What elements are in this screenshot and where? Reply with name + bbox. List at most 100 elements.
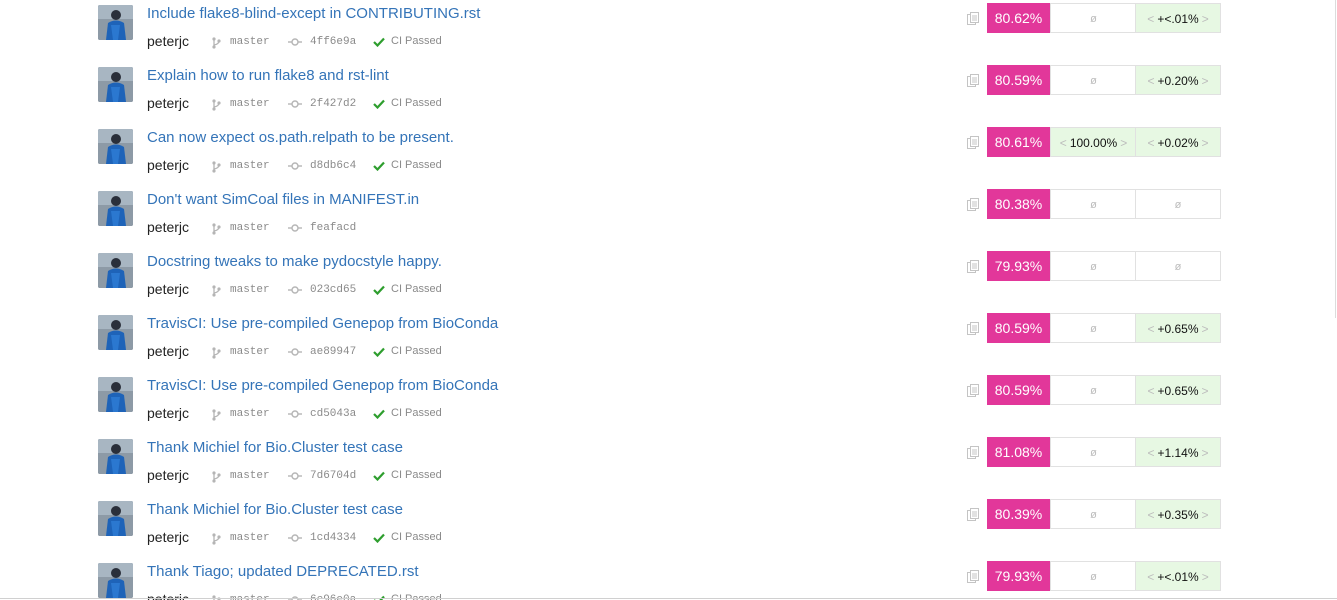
avatar[interactable] — [98, 439, 133, 474]
ci-status: CI Passed — [391, 283, 442, 295]
commit-sha[interactable]: cd5043a — [310, 408, 356, 420]
coverage-change-cell: < +0.65% > — [1135, 375, 1221, 405]
bracket-right: > — [1201, 12, 1209, 26]
author-name[interactable]: peterjc — [147, 405, 189, 421]
commit-title-link[interactable]: Thank Tiago; updated DEPRECATED.rst — [147, 563, 419, 580]
copy-icon[interactable] — [967, 12, 979, 25]
avatar[interactable] — [98, 5, 133, 40]
commit-icon — [288, 286, 302, 294]
coverage-badge[interactable]: 80.61% — [987, 127, 1050, 157]
author-name[interactable]: peterjc — [147, 157, 189, 173]
commit-sha[interactable]: ae89947 — [310, 346, 356, 358]
commit-title-link[interactable]: Don't want SimCoal files in MANIFEST.in — [147, 191, 419, 208]
commit-row: Docstring tweaks to make pydocstyle happ… — [0, 248, 1337, 310]
coverage-badge[interactable]: 81.08% — [987, 437, 1050, 467]
copy-icon[interactable] — [967, 136, 979, 149]
cell-value: +0.02% — [1157, 136, 1199, 150]
commit-row: Include flake8-blind-except in CONTRIBUT… — [0, 0, 1337, 62]
bracket-left: < — [1147, 136, 1155, 150]
commit-row: Don't want SimCoal files in MANIFEST.in … — [0, 186, 1337, 248]
diff-coverage-cell: ø — [1050, 561, 1136, 591]
copy-icon[interactable] — [967, 198, 979, 211]
copy-icon[interactable] — [967, 446, 979, 459]
bracket-right: > — [1201, 74, 1209, 88]
author-name[interactable]: peterjc — [147, 467, 189, 483]
commit-sha[interactable]: 6c96e0a — [310, 594, 356, 600]
divider — [0, 598, 1337, 599]
avatar-photo — [98, 253, 133, 288]
commit-sha[interactable]: d8db6c4 — [310, 160, 356, 172]
commit-sha[interactable]: 4ff6e9a — [310, 36, 356, 48]
cell-value: +0.65% — [1157, 322, 1199, 336]
avatar-photo — [98, 563, 133, 598]
commit-title-link[interactable]: Thank Michiel for Bio.Cluster test case — [147, 501, 403, 518]
bracket-left: < — [1059, 136, 1067, 150]
avatar[interactable] — [98, 563, 133, 598]
commit-history-page: Include flake8-blind-except in CONTRIBUT… — [0, 0, 1337, 600]
bracket-right: > — [1201, 322, 1209, 336]
commit-sha[interactable]: 023cd65 — [310, 284, 356, 296]
commit-sha[interactable]: feafacd — [310, 222, 356, 234]
empty-value: ø — [1090, 323, 1097, 335]
commit-title-link[interactable]: Thank Michiel for Bio.Cluster test case — [147, 439, 403, 456]
commit-sha[interactable]: 7d6704d — [310, 470, 356, 482]
coverage-badge[interactable]: 80.62% — [987, 3, 1050, 33]
commit-list: Include flake8-blind-except in CONTRIBUT… — [0, 0, 1337, 600]
avatar[interactable] — [98, 315, 133, 350]
copy-icon[interactable] — [967, 384, 979, 397]
empty-value: ø — [1090, 13, 1097, 25]
commit-title-link[interactable]: Explain how to run flake8 and rst-lint — [147, 67, 389, 84]
coverage-badge[interactable]: 79.93% — [987, 251, 1050, 281]
avatar-photo — [98, 129, 133, 164]
cell-value: +<.01% — [1157, 570, 1199, 584]
diff-coverage-cell: ø — [1050, 65, 1136, 95]
bracket-left: < — [1147, 74, 1155, 88]
bracket-right: > — [1201, 508, 1209, 522]
diff-coverage-cell: ø — [1050, 437, 1136, 467]
copy-icon[interactable] — [967, 260, 979, 273]
commit-title-link[interactable]: TravisCI: Use pre-compiled Genepop from … — [147, 377, 498, 394]
coverage-badge[interactable]: 79.93% — [987, 561, 1050, 591]
commit-sha[interactable]: 2f427d2 — [310, 98, 356, 110]
diff-coverage-cell: ø — [1050, 3, 1136, 33]
check-icon — [373, 409, 385, 419]
avatar[interactable] — [98, 67, 133, 102]
coverage-badge[interactable]: 80.59% — [987, 313, 1050, 343]
commit-sha[interactable]: 1cd4334 — [310, 532, 356, 544]
commit-title-link[interactable]: Include flake8-blind-except in CONTRIBUT… — [147, 5, 480, 22]
avatar[interactable] — [98, 191, 133, 226]
avatar[interactable] — [98, 501, 133, 536]
branch-name: master — [230, 36, 270, 48]
empty-value: ø — [1090, 261, 1097, 273]
bracket-left: < — [1147, 384, 1155, 398]
copy-icon[interactable] — [967, 508, 979, 521]
author-name[interactable]: peterjc — [147, 219, 189, 235]
author-name[interactable]: peterjc — [147, 343, 189, 359]
commit-title-link[interactable]: Can now expect os.path.relpath to be pre… — [147, 129, 454, 146]
avatar[interactable] — [98, 129, 133, 164]
commit-title-link[interactable]: Docstring tweaks to make pydocstyle happ… — [147, 253, 442, 270]
author-name[interactable]: peterjc — [147, 529, 189, 545]
author-name[interactable]: peterjc — [147, 95, 189, 111]
branch-name: master — [230, 222, 270, 234]
coverage-badge[interactable]: 80.39% — [987, 499, 1050, 529]
branch-icon — [212, 223, 221, 235]
coverage-badge[interactable]: 80.59% — [987, 375, 1050, 405]
author-name[interactable]: peterjc — [147, 33, 189, 49]
copy-icon[interactable] — [967, 322, 979, 335]
author-name[interactable]: peterjc — [147, 281, 189, 297]
branch-name: master — [230, 470, 270, 482]
coverage-badge[interactable]: 80.59% — [987, 65, 1050, 95]
avatar[interactable] — [98, 377, 133, 412]
check-icon — [373, 285, 385, 295]
copy-icon[interactable] — [967, 74, 979, 87]
cell-value: +0.65% — [1157, 384, 1199, 398]
commit-title-link[interactable]: TravisCI: Use pre-compiled Genepop from … — [147, 315, 498, 332]
coverage-change-cell: < +0.35% > — [1135, 499, 1221, 529]
copy-icon[interactable] — [967, 570, 979, 583]
branch-name: master — [230, 408, 270, 420]
avatar[interactable] — [98, 253, 133, 288]
branch-name: master — [230, 98, 270, 110]
cell-value: +0.35% — [1157, 508, 1199, 522]
coverage-badge[interactable]: 80.38% — [987, 189, 1050, 219]
